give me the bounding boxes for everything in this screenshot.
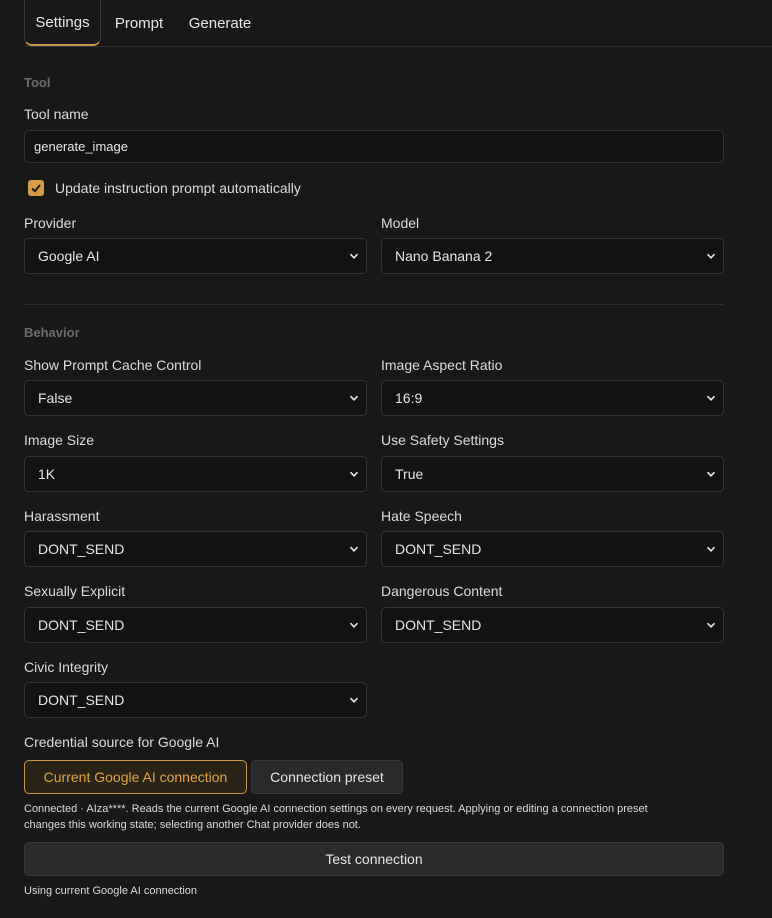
tool-name-input[interactable]: generate_image xyxy=(24,130,724,163)
model-label: Model xyxy=(381,215,420,231)
auto-update-label: Update instruction prompt automatically xyxy=(55,180,301,196)
safety-settings-value: True xyxy=(395,466,424,482)
show-prompt-cache-select[interactable]: False xyxy=(24,380,367,416)
provider-select-value: Google AI xyxy=(38,248,100,264)
dangerous-content-select[interactable]: DONT_SEND xyxy=(381,607,724,643)
harassment-select[interactable]: DONT_SEND xyxy=(24,531,367,567)
aspect-ratio-value: 16:9 xyxy=(395,390,423,406)
tool-name-label: Tool name xyxy=(24,106,89,122)
show-prompt-cache-label: Show Prompt Cache Control xyxy=(24,357,202,373)
provider-label: Provider xyxy=(24,215,77,231)
safety-settings-select[interactable]: True xyxy=(381,456,724,492)
current-connection-button[interactable]: Current Google AI connection xyxy=(24,760,247,794)
tab-bar: Settings Prompt Generate xyxy=(24,0,772,47)
aspect-ratio-label: Image Aspect Ratio xyxy=(381,357,503,373)
tab-settings[interactable]: Settings xyxy=(24,0,101,46)
chevron-down-icon xyxy=(349,471,359,477)
section-title-behavior: Behavior xyxy=(24,325,80,340)
hate-speech-label: Hate Speech xyxy=(381,508,462,524)
safety-settings-label: Use Safety Settings xyxy=(381,432,504,448)
tab-prompt[interactable]: Prompt xyxy=(106,0,172,46)
chevron-down-icon xyxy=(706,546,716,552)
auto-update-checkbox[interactable] xyxy=(28,180,44,196)
connection-status-text: Using current Google AI connection xyxy=(24,885,198,897)
dangerous-content-value: DONT_SEND xyxy=(395,617,482,633)
chevron-down-icon xyxy=(706,253,716,259)
civic-integrity-select[interactable]: DONT_SEND xyxy=(24,682,367,718)
chevron-down-icon xyxy=(349,697,359,703)
section-divider xyxy=(24,304,724,305)
sexually-explicit-select[interactable]: DONT_SEND xyxy=(24,607,367,643)
section-title-tool: Tool xyxy=(24,75,51,90)
connection-note-line1: Connected · AIza****. Reads the current … xyxy=(24,803,648,815)
chevron-down-icon xyxy=(349,622,359,628)
image-size-label: Image Size xyxy=(24,432,95,448)
chevron-down-icon xyxy=(706,622,716,628)
model-select[interactable]: Nano Banana 2 xyxy=(381,238,724,274)
sexually-explicit-label: Sexually Explicit xyxy=(24,583,126,599)
model-select-value: Nano Banana 2 xyxy=(395,248,493,264)
dangerous-content-label: Dangerous Content xyxy=(381,583,503,599)
test-connection-button[interactable]: Test connection xyxy=(24,842,724,876)
checkmark-icon xyxy=(31,184,41,193)
hate-speech-value: DONT_SEND xyxy=(395,541,482,557)
chevron-down-icon xyxy=(349,395,359,401)
chevron-down-icon xyxy=(349,253,359,259)
connection-note-line2: changes this working state; selecting an… xyxy=(24,819,361,831)
chevron-down-icon xyxy=(706,471,716,477)
chevron-down-icon xyxy=(349,546,359,552)
provider-select[interactable]: Google AI xyxy=(24,238,367,274)
image-size-select[interactable]: 1K xyxy=(24,456,367,492)
sexually-explicit-value: DONT_SEND xyxy=(38,617,125,633)
civic-integrity-label: Civic Integrity xyxy=(24,659,109,675)
harassment-value: DONT_SEND xyxy=(38,541,125,557)
hate-speech-select[interactable]: DONT_SEND xyxy=(381,531,724,567)
show-prompt-cache-value: False xyxy=(38,390,73,406)
tab-generate[interactable]: Generate xyxy=(184,0,256,46)
aspect-ratio-select[interactable]: 16:9 xyxy=(381,380,724,416)
civic-integrity-value: DONT_SEND xyxy=(38,692,125,708)
connection-preset-button[interactable]: Connection preset xyxy=(251,760,403,794)
credential-source-label: Credential source for Google AI xyxy=(24,734,220,750)
chevron-down-icon xyxy=(706,395,716,401)
harassment-label: Harassment xyxy=(24,508,100,524)
image-size-value: 1K xyxy=(38,466,56,482)
